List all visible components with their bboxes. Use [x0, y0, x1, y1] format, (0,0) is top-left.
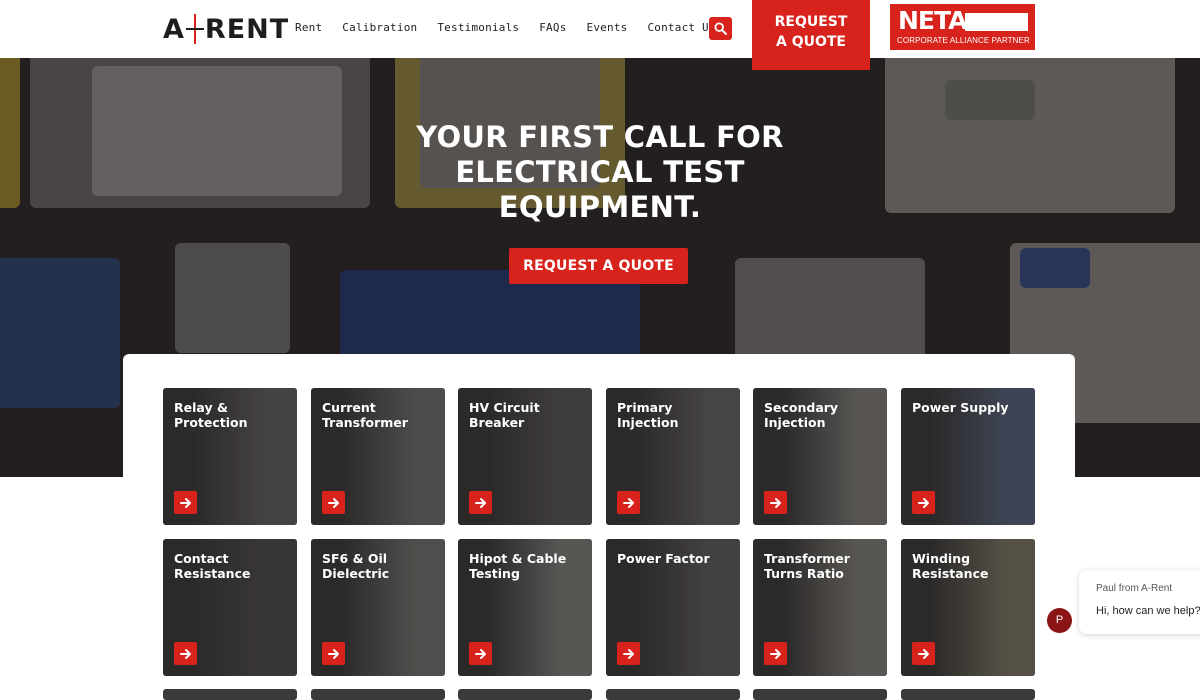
category-tile-current-transformer[interactable]: Current Transformer	[311, 388, 445, 525]
category-tile-partial[interactable]	[753, 689, 887, 700]
arrow-right-icon	[474, 497, 486, 508]
quote-line-1: REQUEST	[774, 14, 848, 30]
logo-letters-rent: RENT	[204, 13, 290, 45]
tile-label: HV Circuit Breaker	[469, 400, 540, 430]
category-tile-partial[interactable]	[606, 689, 740, 700]
chat-message: Hi, how can we help?	[1096, 605, 1200, 617]
quote-line-2: A QUOTE	[776, 34, 846, 50]
category-tile-partial[interactable]	[311, 689, 445, 700]
request-quote-hero-button[interactable]: REQUEST A QUOTE	[509, 248, 688, 284]
neta-word: NETA	[898, 6, 967, 35]
category-tile-partial[interactable]	[458, 689, 592, 700]
hero-title-line-2: ELECTRICAL TEST	[455, 155, 745, 189]
tile-arrow-button[interactable]	[322, 642, 345, 665]
arrow-right-icon	[769, 648, 781, 659]
hero-title: YOUR FIRST CALL FOR ELECTRICAL TEST EQUI…	[400, 120, 800, 225]
neta-partner-badge[interactable]: NETA CORPORATE ALLIANCE PARTNER	[890, 4, 1035, 50]
nav-faqs[interactable]: FAQs	[539, 21, 566, 34]
nav-events[interactable]: Events	[587, 21, 628, 34]
chat-agent-name: Paul from A-Rent	[1096, 583, 1173, 594]
tile-arrow-button[interactable]	[912, 491, 935, 514]
category-tile-relay-protection[interactable]: Relay & Protection	[163, 388, 297, 525]
nav-testimonials[interactable]: Testimonials	[437, 21, 519, 34]
category-tile-hv-circuit-breaker[interactable]: HV Circuit Breaker	[458, 388, 592, 525]
arrow-right-icon	[327, 497, 339, 508]
chat-avatar[interactable]: P	[1047, 608, 1072, 633]
arrow-right-icon	[474, 648, 486, 659]
tile-arrow-button[interactable]	[322, 491, 345, 514]
tile-label: Hipot & Cable Testing	[469, 551, 567, 581]
tile-label: Contact Resistance	[174, 551, 251, 581]
tile-label: Current Transformer	[322, 400, 408, 430]
tile-arrow-button[interactable]	[764, 491, 787, 514]
tile-arrow-button[interactable]	[174, 642, 197, 665]
nav-contact-us[interactable]: Contact Us	[647, 21, 715, 34]
tile-label: Secondary Injection	[764, 400, 839, 430]
arrow-right-icon	[917, 497, 929, 508]
tile-arrow-button[interactable]	[469, 491, 492, 514]
category-tile-power-factor[interactable]: Power Factor	[606, 539, 740, 676]
neta-subtitle: CORPORATE ALLIANCE PARTNER	[897, 36, 1030, 45]
logo-mark-icon	[185, 14, 204, 44]
arrow-right-icon	[769, 497, 781, 508]
category-tile-winding-resistance[interactable]: Winding Resistance	[901, 539, 1035, 676]
arrow-right-icon	[917, 648, 929, 659]
tile-arrow-button[interactable]	[912, 642, 935, 665]
neta-stripe	[965, 13, 1028, 31]
category-tile-power-supply[interactable]: Power Supply	[901, 388, 1035, 525]
tile-label: Transformer Turns Ratio	[764, 551, 850, 581]
hero-title-line-1: YOUR FIRST CALL FOR	[416, 120, 784, 154]
tile-arrow-button[interactable]	[617, 491, 640, 514]
logo-letter-a: A	[163, 13, 185, 45]
tile-label: Primary Injection	[617, 400, 679, 430]
chat-widget[interactable]: Paul from A-Rent Hi, how can we help?	[1079, 570, 1200, 634]
logo[interactable]: A RENT	[163, 13, 289, 45]
tile-label: Power Supply	[912, 400, 1009, 415]
category-tile-partial[interactable]	[901, 689, 1035, 700]
category-tile-contact-resistance[interactable]: Contact Resistance	[163, 539, 297, 676]
arrow-right-icon	[179, 497, 191, 508]
tile-arrow-button[interactable]	[469, 642, 492, 665]
tile-label: Relay & Protection	[174, 400, 248, 430]
main-nav: Rent Calibration Testimonials FAQs Event…	[295, 21, 736, 34]
search-icon	[714, 22, 727, 35]
category-tile-secondary-injection[interactable]: Secondary Injection	[753, 388, 887, 525]
request-quote-header-button[interactable]: REQUEST A QUOTE	[752, 0, 870, 70]
category-tile-primary-injection[interactable]: Primary Injection	[606, 388, 740, 525]
tile-label: Power Factor	[617, 551, 710, 566]
tile-arrow-button[interactable]	[617, 642, 640, 665]
nav-rent[interactable]: Rent	[295, 21, 322, 34]
arrow-right-icon	[622, 648, 634, 659]
tile-label: Winding Resistance	[912, 551, 989, 581]
nav-calibration[interactable]: Calibration	[342, 21, 417, 34]
category-tile-partial[interactable]	[163, 689, 297, 700]
arrow-right-icon	[622, 497, 634, 508]
arrow-right-icon	[327, 648, 339, 659]
hero-title-line-3: EQUIPMENT.	[498, 190, 702, 224]
category-tile-transformer-turns-ratio[interactable]: Transformer Turns Ratio	[753, 539, 887, 676]
tile-label: SF6 & Oil Dielectric	[322, 551, 390, 581]
category-tile-hipot-cable-testing[interactable]: Hipot & Cable Testing	[458, 539, 592, 676]
site-header: A RENT Rent Calibration Testimonials FAQs…	[0, 0, 1200, 58]
search-button[interactable]	[709, 17, 732, 40]
tile-arrow-button[interactable]	[174, 491, 197, 514]
tile-arrow-button[interactable]	[764, 642, 787, 665]
arrow-right-icon	[179, 648, 191, 659]
category-tile-sf6-oil-dielectric[interactable]: SF6 & Oil Dielectric	[311, 539, 445, 676]
